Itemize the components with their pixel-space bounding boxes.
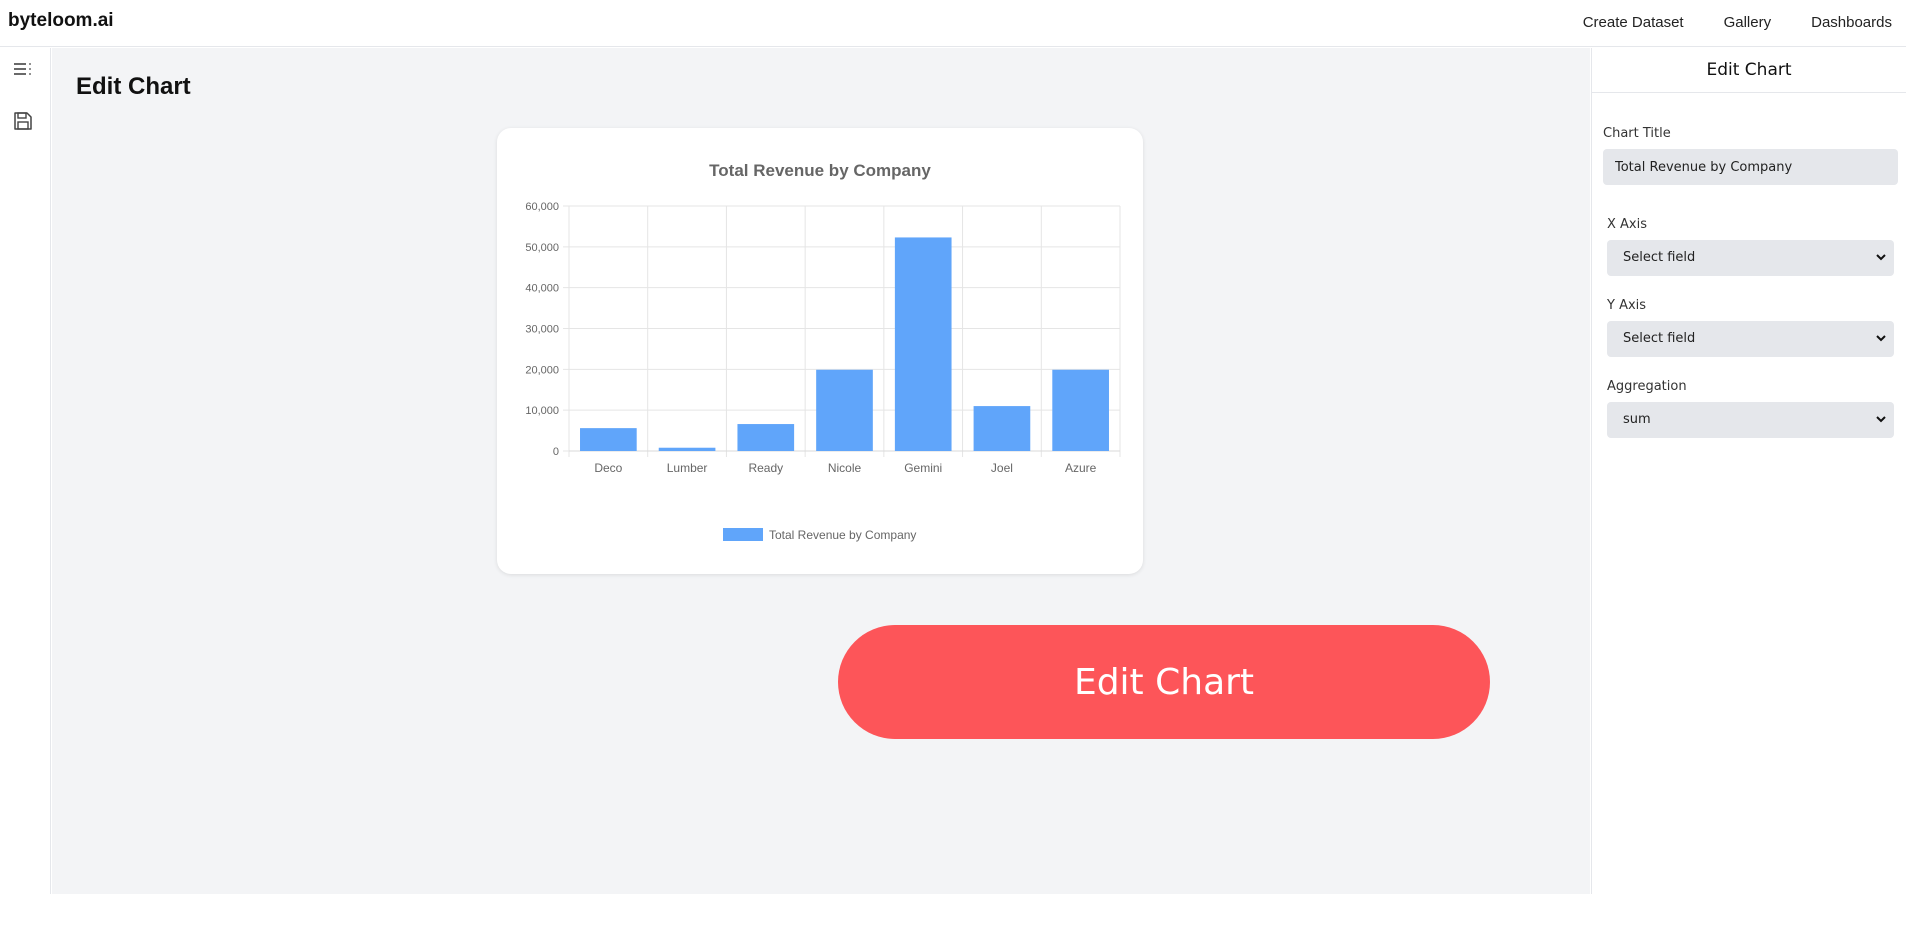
- y-tick-label: 0: [553, 446, 559, 458]
- chart-card: 0 10,000 20,000 30,000 40,000 50,000 60,000 Dec…: [497, 128, 1143, 574]
- y-tick-label: 10,000: [525, 405, 559, 417]
- chevron-down-icon: [1876, 416, 1886, 423]
- bar[interactable]: [894, 237, 952, 451]
- left-rail: [0, 48, 51, 894]
- legend-swatch: [723, 528, 763, 541]
- edit-chart-button[interactable]: Edit Chart: [838, 625, 1490, 739]
- top-bar: byteloom.ai Create Dataset Gallery Dashb…: [0, 0, 1906, 47]
- chart-title: Total Revenue by Company: [709, 161, 931, 180]
- y-tick-label: 50,000: [525, 242, 559, 254]
- x-tick-label: Gemini: [904, 461, 942, 475]
- bar[interactable]: [1052, 369, 1109, 451]
- x-tick-label: Nicole: [828, 461, 862, 475]
- chevron-down-icon: [1876, 335, 1886, 342]
- y-axis-value: Select field: [1623, 331, 1696, 346]
- bottom-strip: [0, 894, 1906, 930]
- y-tick-label: 40,000: [525, 283, 559, 295]
- x-tick-label: Ready: [748, 461, 783, 475]
- x-tick-label: Deco: [594, 461, 622, 475]
- save-icon[interactable]: [12, 110, 34, 132]
- x-tick-label: Azure: [1065, 461, 1097, 475]
- edit-panel: Edit Chart Chart Title X Axis Select fie…: [1591, 48, 1906, 894]
- x-tick-label: Joel: [991, 461, 1013, 475]
- x-tick-label: Lumber: [667, 461, 708, 475]
- y-axis-select[interactable]: Select field: [1607, 321, 1894, 357]
- aggregation-select[interactable]: sum: [1607, 402, 1894, 438]
- y-tick-label: 60,000: [525, 201, 559, 213]
- y-tick-label: 20,000: [525, 364, 559, 376]
- y-tick-label: 30,000: [525, 324, 559, 336]
- top-nav: Create Dataset Gallery Dashboards: [1583, 14, 1892, 31]
- bar[interactable]: [737, 424, 795, 451]
- y-axis-label: Y Axis: [1607, 298, 1647, 313]
- x-axis-label: X Axis: [1607, 217, 1648, 232]
- nav-gallery[interactable]: Gallery: [1724, 14, 1772, 31]
- legend-label[interactable]: Total Revenue by Company: [769, 528, 916, 542]
- aggregation-label: Aggregation: [1607, 379, 1687, 394]
- nav-dashboards[interactable]: Dashboards: [1811, 14, 1892, 31]
- page-title: Edit Chart: [76, 73, 191, 100]
- bar[interactable]: [816, 369, 873, 451]
- nav-create-dataset[interactable]: Create Dataset: [1583, 14, 1684, 31]
- aggregation-value: sum: [1623, 412, 1651, 427]
- chart-title-input[interactable]: [1603, 149, 1898, 185]
- x-axis-value: Select field: [1623, 250, 1696, 265]
- bar-chart: 0 10,000 20,000 30,000 40,000 50,000 60,000 Dec…: [525, 161, 1121, 542]
- chart-title-label: Chart Title: [1603, 126, 1671, 141]
- brand-logo[interactable]: byteloom.ai: [8, 10, 114, 32]
- chevron-down-icon: [1876, 254, 1886, 261]
- bar[interactable]: [658, 447, 716, 451]
- x-axis-select[interactable]: Select field: [1607, 240, 1894, 276]
- bar[interactable]: [973, 406, 1031, 451]
- panel-title: Edit Chart: [1592, 48, 1906, 93]
- main-area: Edit Chart 0 10,000 20,000 30,000 40,000 50,0…: [52, 48, 1590, 894]
- menu-icon[interactable]: [12, 58, 34, 80]
- bar[interactable]: [580, 428, 637, 451]
